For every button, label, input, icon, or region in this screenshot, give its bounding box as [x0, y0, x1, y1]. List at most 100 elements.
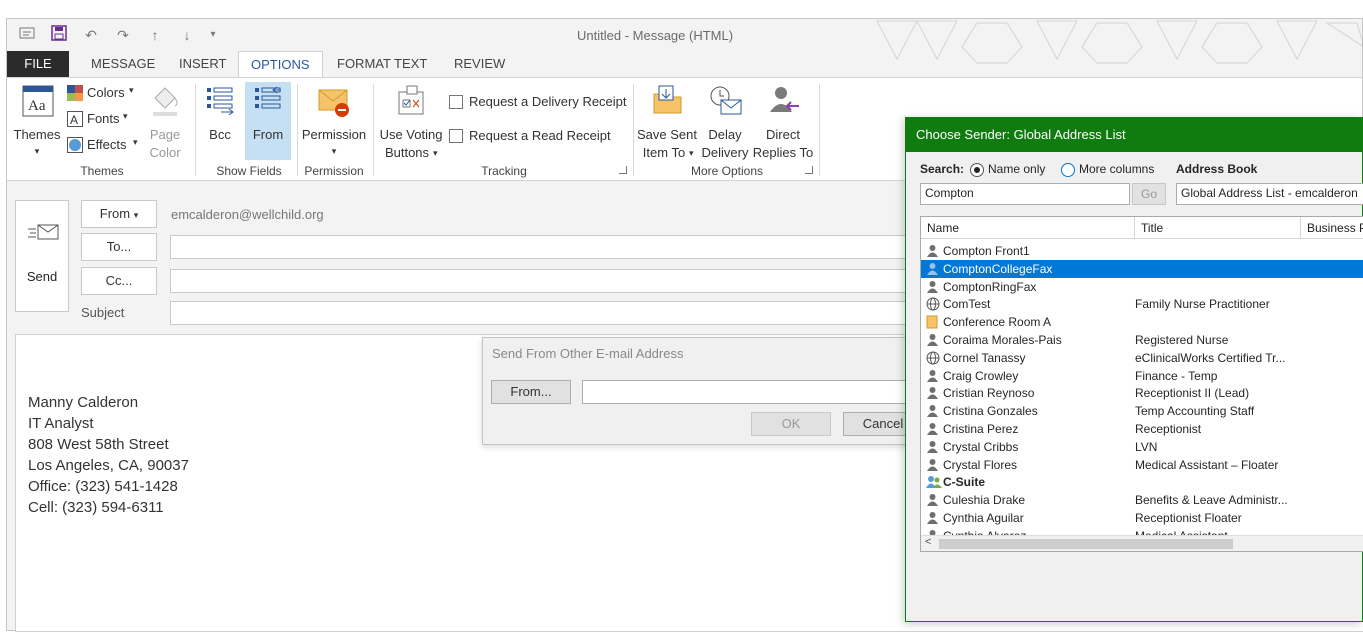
undo-icon[interactable]: ↶ [81, 25, 101, 45]
signature-line: Office: (323) 541-1428 [28, 478, 178, 495]
subject-field[interactable] [170, 301, 915, 325]
delivery-receipt-checkbox[interactable]: Request a Delivery Receipt [449, 94, 629, 112]
themes-button[interactable]: Aa Themes ▾ [11, 82, 63, 160]
address-book-select[interactable]: Global Address List - emcalderon [1176, 183, 1363, 205]
customize-qat-icon[interactable]: ▾ [203, 25, 223, 45]
address-row[interactable]: Cristian Reynoso Receptionist II (Lead) [921, 384, 1363, 402]
scrollbar-thumb[interactable] [939, 539, 1233, 549]
more-options-dialog-launcher[interactable] [805, 166, 813, 174]
cc-field[interactable] [170, 269, 915, 293]
address-book-label: Address Book [1176, 162, 1258, 176]
person-icon [926, 280, 939, 294]
tab-review[interactable]: REVIEW [442, 51, 517, 77]
up-arrow-icon[interactable]: ↑ [145, 25, 165, 45]
address-row[interactable]: ComptonRingFax [921, 278, 1363, 296]
address-row[interactable]: Cristina Perez Receptionist [921, 420, 1363, 438]
save-sent-item-button[interactable]: Save Sent Item To ▾ [637, 82, 697, 160]
address-row-title: Temp Accounting Staff [1135, 404, 1255, 419]
bcc-button[interactable]: Bcc [201, 82, 239, 160]
tracking-dialog-launcher[interactable] [619, 166, 627, 174]
chevron-down-icon: ▾ [133, 210, 139, 220]
address-row-title: Medical Assistant [1135, 527, 1228, 535]
tab-message[interactable]: MESSAGE [79, 51, 167, 77]
address-row-name: Conference Room A [943, 315, 1052, 330]
folder-save-icon [653, 85, 682, 114]
use-voting-buttons[interactable]: Use Voting Buttons ▾ [377, 82, 445, 160]
tab-file[interactable]: FILE [7, 51, 69, 77]
name-only-radio[interactable] [970, 163, 984, 177]
send-icon [28, 224, 59, 240]
address-row-title: Medical Assistant – Floater [1135, 457, 1279, 472]
permission-button[interactable]: Permission ▾ [301, 82, 367, 160]
horizontal-scrollbar[interactable]: < [921, 535, 1363, 551]
name-only-label: Name only [988, 162, 1046, 176]
to-field[interactable] [170, 235, 915, 259]
read-receipt-checkbox[interactable]: Request a Read Receipt [449, 128, 629, 146]
delay-delivery-button[interactable]: Delay Delivery [699, 82, 751, 160]
colors-label: Colors [87, 85, 125, 100]
address-row[interactable]: Cynthia Aguilar Receptionist Floater [921, 509, 1363, 527]
person-icon [926, 262, 939, 276]
direct-replies-button[interactable]: Direct Replies To [751, 82, 815, 160]
address-row-name: Culeshia Drake [943, 493, 1026, 508]
address-row[interactable]: Cristina Gonzales Temp Accounting Staff [921, 402, 1363, 420]
send-from-address-input[interactable] [582, 380, 922, 404]
tab-format-text[interactable]: FORMAT TEXT [325, 51, 439, 77]
from-field-icon [255, 86, 281, 109]
direct-label-2: Replies To [752, 145, 814, 160]
column-header-name[interactable]: Name [921, 217, 1135, 239]
page-color-label-1: Page [149, 127, 181, 142]
down-arrow-icon[interactable]: ↓ [177, 25, 197, 45]
colors-button[interactable]: Colors ▾ [67, 84, 139, 104]
send-button[interactable]: Send [15, 200, 69, 312]
bcc-label: Bcc [209, 127, 231, 142]
chevron-down-icon: ▾ [129, 85, 134, 95]
to-button[interactable]: To... [81, 233, 157, 261]
ok-button[interactable]: OK [751, 412, 831, 436]
address-row[interactable]: Crystal Cribbs LVN [921, 438, 1363, 456]
effects-button[interactable]: Effects ▾ [67, 136, 139, 156]
group-label-show-fields: Show Fields [216, 164, 282, 178]
send-from-dialog: Send From Other E-mail Address From... O… [482, 337, 923, 445]
more-columns-radio[interactable] [1061, 163, 1075, 177]
address-row[interactable]: ComTest Family Nurse Practitioner [921, 295, 1363, 313]
voting-label-1: Use Voting [379, 127, 443, 142]
address-row[interactable]: Conference Room A [921, 313, 1363, 331]
address-row[interactable]: Cynthia Alvarez Medical Assistant [921, 527, 1363, 535]
address-row[interactable]: Cornel Tanassy eClinicalWorks Certified T… [921, 349, 1363, 367]
group-label-tracking: Tracking [481, 164, 527, 178]
address-row[interactable]: C-Suite [921, 473, 1363, 491]
delivery-receipt-label: Request a Delivery Receipt [469, 94, 627, 109]
address-row[interactable]: Compton Front1 [921, 242, 1363, 260]
fonts-button[interactable]: A Fonts ▾ [67, 110, 139, 130]
search-input[interactable]: Compton [920, 183, 1130, 205]
address-row[interactable]: Crystal Flores Medical Assistant – Floate… [921, 456, 1363, 474]
envelope-restrict-icon [318, 89, 349, 117]
column-header-title[interactable]: Title [1135, 217, 1301, 239]
cc-button[interactable]: Cc... [81, 267, 157, 295]
redo-icon[interactable]: ↷ [113, 25, 133, 45]
address-row[interactable]: Coraima Morales-Pais Registered Nurse [921, 331, 1363, 349]
page-color-label-2: Color [149, 145, 181, 160]
from-button[interactable]: From ▾ [81, 200, 157, 228]
from-field-toggle[interactable]: From [245, 82, 291, 160]
address-row-name: Cristian Reynoso [943, 386, 1035, 401]
tab-insert[interactable]: INSERT [167, 51, 238, 77]
person-icon [926, 422, 939, 436]
send-from-from-button[interactable]: From... [491, 380, 571, 404]
chevron-down-icon: ▾ [433, 148, 438, 158]
tab-options[interactable]: OPTIONS [238, 51, 323, 78]
address-row-title: Benefits & Leave Administr... [1135, 493, 1288, 508]
address-row-title: Receptionist [1135, 422, 1202, 436]
signature-line: Cell: (323) 594-6311 [28, 499, 164, 516]
outlook-app-icon[interactable] [17, 25, 37, 45]
person-icon [926, 244, 939, 258]
go-button[interactable]: Go [1132, 183, 1166, 205]
scroll-left-icon[interactable]: < [925, 536, 931, 548]
column-header-business-phone[interactable]: Business P [1301, 217, 1363, 239]
address-row[interactable]: Craig Crowley Finance - Temp [921, 367, 1363, 385]
save-icon[interactable] [49, 25, 69, 45]
page-color-button[interactable]: Page Color [143, 82, 187, 160]
address-row[interactable]: ComptonCollegeFax [921, 259, 1363, 278]
address-row[interactable]: Culeshia Drake Benefits & Leave Administr… [921, 491, 1363, 509]
